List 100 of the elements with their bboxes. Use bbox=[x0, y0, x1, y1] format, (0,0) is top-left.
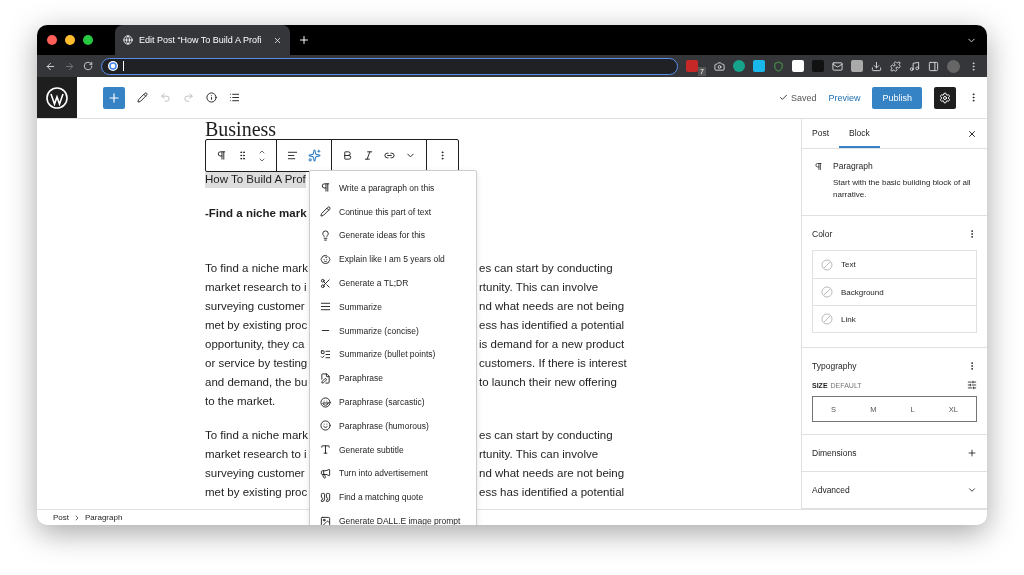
text-line: es can start by conducting bbox=[479, 261, 613, 276]
text-line: market research to i bbox=[205, 280, 308, 295]
text-line: ess has identified a potential bbox=[479, 318, 625, 333]
menu-item[interactable]: Generate a TL;DR bbox=[310, 271, 476, 295]
link-icon bbox=[384, 150, 395, 161]
megaphone-icon bbox=[320, 467, 331, 479]
align-button[interactable] bbox=[287, 150, 298, 161]
text-line: is demand for a new product bbox=[479, 337, 625, 352]
menu-item[interactable]: Find a matching quote bbox=[310, 485, 476, 510]
text-line: surveying customer bbox=[205, 466, 306, 481]
browser-tab[interactable]: Edit Post “How To Build A Profi bbox=[115, 25, 290, 55]
minimize-window-button[interactable] bbox=[65, 35, 75, 45]
text-line: To find a niche mark bbox=[205, 261, 309, 276]
quote-icon bbox=[320, 491, 331, 503]
sliders-button[interactable] bbox=[967, 380, 977, 390]
download-icon[interactable] bbox=[871, 60, 882, 72]
info-icon bbox=[206, 92, 217, 103]
bold-button[interactable] bbox=[342, 150, 353, 161]
panel-header[interactable]: Advanced bbox=[802, 472, 987, 509]
back-icon[interactable] bbox=[45, 60, 56, 72]
drag-handle[interactable] bbox=[237, 150, 248, 161]
info-button[interactable] bbox=[206, 92, 217, 103]
check-icon bbox=[778, 93, 788, 102]
camera-icon[interactable] bbox=[714, 60, 725, 72]
pilcrow-icon bbox=[216, 150, 227, 161]
text-icon bbox=[320, 444, 331, 456]
sidebar-tab[interactable]: Block bbox=[839, 119, 880, 148]
lightbulb-icon bbox=[320, 230, 331, 241]
settings-icon bbox=[939, 91, 951, 104]
smiling-face-icon bbox=[320, 420, 331, 432]
list-view-button[interactable] bbox=[229, 92, 240, 103]
close-window-button[interactable] bbox=[47, 35, 57, 45]
new-tab-icon[interactable] bbox=[298, 34, 310, 46]
text-line: rtunity. This can involve bbox=[479, 447, 599, 462]
color-option[interactable]: Link bbox=[813, 305, 976, 332]
sidebar-tab[interactable]: Post bbox=[802, 119, 839, 148]
document-edit-icon bbox=[320, 372, 331, 384]
ai-text-button[interactable] bbox=[308, 149, 321, 162]
text-line: and demand, the bu bbox=[205, 375, 309, 390]
panel-title: Typography bbox=[812, 361, 857, 371]
side-panel-icon[interactable] bbox=[928, 60, 939, 72]
address-field[interactable] bbox=[101, 57, 679, 75]
reload-icon[interactable] bbox=[83, 61, 93, 71]
menu-item[interactable]: Paraphrase (humorous) bbox=[310, 413, 476, 438]
align-left-icon bbox=[287, 150, 298, 161]
menu-item[interactable]: Summarize (concise) bbox=[310, 318, 476, 343]
breadcrumb-item[interactable]: Paragraph bbox=[85, 513, 123, 522]
menu-item[interactable]: Generate DALL.E image prompt bbox=[310, 509, 476, 525]
text-line: rtunity. This can involve bbox=[479, 280, 599, 295]
shield-icon[interactable] bbox=[773, 60, 784, 72]
image-icon bbox=[320, 515, 331, 525]
menu-item[interactable]: Generate ideas for this bbox=[310, 223, 476, 248]
menu-item[interactable]: Paraphrase bbox=[310, 366, 476, 391]
plus-icon bbox=[107, 90, 121, 105]
block-name: Paragraph bbox=[833, 161, 874, 171]
text-line: surveying customer bbox=[205, 299, 306, 314]
text-line: nd what needs are not being bbox=[479, 299, 625, 314]
menu-item[interactable]: Turn into advertisement bbox=[310, 461, 476, 486]
pencil-icon bbox=[320, 206, 331, 218]
empty-color-icon bbox=[821, 286, 833, 298]
menu-item[interactable]: Paraphrase (sarcastic) bbox=[310, 390, 476, 414]
extension-icon[interactable] bbox=[851, 60, 863, 72]
zoom-window-button[interactable] bbox=[83, 35, 93, 45]
undo-icon bbox=[160, 92, 171, 103]
menu-item[interactable]: Summarize (bullet points) bbox=[310, 342, 476, 367]
text-line: or service by testing bbox=[205, 356, 309, 371]
mail-icon[interactable] bbox=[832, 60, 843, 72]
menu-item[interactable]: Summarize bbox=[310, 295, 476, 319]
edit-tool-button[interactable] bbox=[137, 92, 148, 103]
breadcrumb-item[interactable]: Post bbox=[53, 513, 69, 522]
extension-icon[interactable] bbox=[753, 60, 765, 72]
empty-color-icon bbox=[821, 258, 833, 271]
menu-item[interactable]: Explain like I am 5 years old bbox=[310, 247, 476, 272]
text-line: met by existing proc bbox=[205, 318, 309, 333]
text-line: opportunity, they ca bbox=[205, 337, 306, 352]
close-icon[interactable] bbox=[273, 35, 282, 45]
extension-icon[interactable] bbox=[792, 60, 804, 72]
italic-button[interactable] bbox=[363, 150, 374, 161]
color-option[interactable]: Background bbox=[813, 278, 976, 305]
menu-item[interactable]: Generate subtitle bbox=[310, 437, 476, 462]
menu-item[interactable]: Continue this part of text bbox=[310, 199, 476, 224]
pilcrow-icon bbox=[814, 161, 824, 172]
add-block-button[interactable] bbox=[103, 86, 125, 109]
list-icon bbox=[229, 92, 240, 103]
settings-button[interactable] bbox=[934, 86, 956, 109]
link-button[interactable] bbox=[384, 150, 395, 161]
text-line: customers. If there is interest bbox=[479, 356, 627, 371]
color-option[interactable]: Text bbox=[813, 251, 976, 278]
menu-item[interactable]: Write a paragraph on this bbox=[310, 176, 476, 200]
publish-button[interactable]: Publish bbox=[872, 86, 922, 109]
panel-header[interactable]: Dimensions bbox=[802, 435, 987, 472]
pilcrow-button[interactable] bbox=[216, 150, 227, 161]
panel-title: Color bbox=[812, 229, 833, 239]
puzzle-icon[interactable] bbox=[890, 60, 901, 72]
preview-link[interactable]: Preview bbox=[828, 92, 861, 103]
extension-icon[interactable] bbox=[733, 60, 745, 72]
bold-icon bbox=[342, 150, 353, 161]
text-line: to launch their new offering bbox=[479, 375, 617, 390]
pilcrow-icon bbox=[320, 182, 331, 194]
playlist-icon[interactable] bbox=[909, 60, 920, 72]
